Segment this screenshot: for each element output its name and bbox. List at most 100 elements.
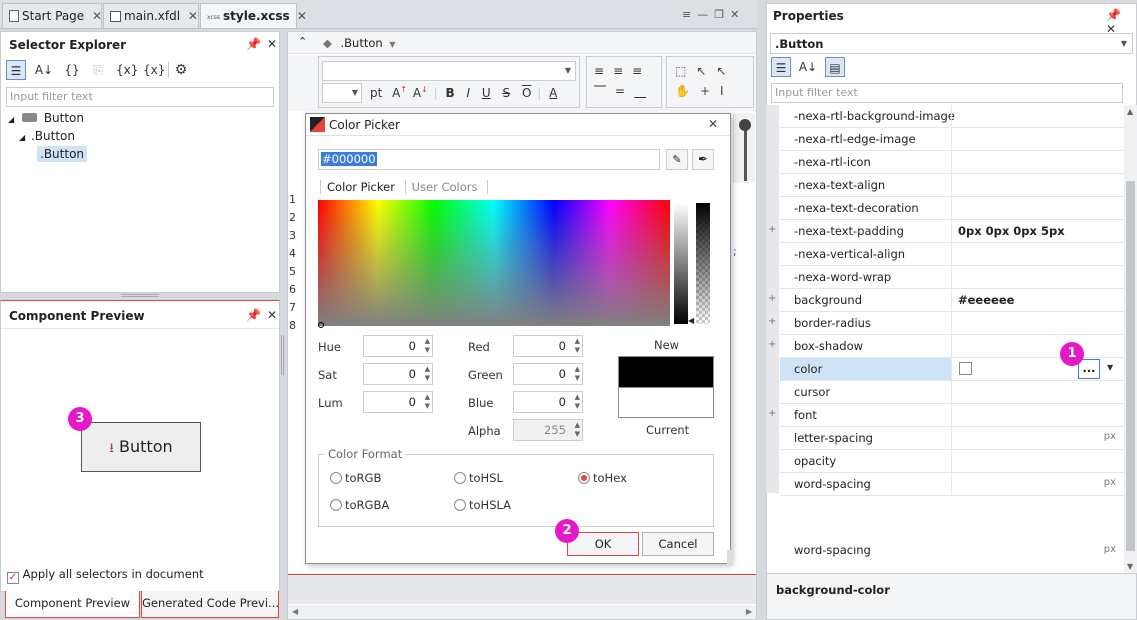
green-input[interactable]: 0 ▲ ▼ bbox=[513, 363, 583, 385]
pointer-plus-icon[interactable]: ↖ bbox=[716, 64, 736, 78]
add-brace-icon[interactable]: {} bbox=[62, 60, 82, 80]
close-icon[interactable]: ✕ bbox=[297, 9, 307, 23]
list-icon[interactable]: ≡ bbox=[682, 8, 697, 21]
expand-triangle-icon[interactable]: ◢ bbox=[8, 115, 14, 124]
font-color-icon[interactable]: A bbox=[549, 86, 557, 100]
text-cursor-icon[interactable]: I bbox=[720, 84, 734, 98]
property-row[interactable]: + background #eeeeee bbox=[768, 289, 1124, 312]
restore-icon[interactable]: ❐ bbox=[714, 8, 730, 21]
apply-all-checkbox-row[interactable]: ✓ Apply all selectors in document bbox=[7, 567, 204, 584]
overline-icon[interactable]: O bbox=[522, 86, 531, 100]
property-row[interactable]: -nexa-rtl-icon bbox=[780, 151, 1124, 174]
edit-color-icon[interactable]: ✎ bbox=[666, 149, 688, 170]
align-center-icon[interactable]: ≡ bbox=[613, 64, 632, 78]
scroll-up-icon[interactable]: ▲ bbox=[1127, 107, 1133, 116]
font-grow-icon[interactable]: A↑ bbox=[392, 85, 407, 100]
chevron-down-icon[interactable]: ▼ bbox=[389, 40, 395, 49]
close-icon[interactable]: ✕ bbox=[708, 117, 718, 131]
property-row[interactable]: cursor bbox=[780, 381, 1124, 404]
radio-to-hsl[interactable]: toHSL bbox=[454, 471, 503, 485]
property-row[interactable]: + font bbox=[768, 404, 1124, 427]
luminance-thumb-icon[interactable]: ◀ bbox=[688, 316, 694, 325]
property-row[interactable]: -nexa-text-decoration bbox=[780, 197, 1124, 220]
property-value[interactable]: 0px 0px 0px 5px bbox=[958, 224, 1065, 238]
zoom-slider-thumb[interactable] bbox=[739, 119, 751, 131]
bottom-tab-generated-code[interactable]: Generated Code Previ... bbox=[141, 591, 279, 618]
tree-item-selected[interactable]: .Button bbox=[37, 146, 88, 162]
copy-icon[interactable]: ⎘ bbox=[88, 60, 108, 80]
valign-top-icon[interactable]: ⎺ bbox=[594, 84, 615, 98]
red-input[interactable]: 0 ▲ ▼ bbox=[513, 335, 583, 357]
align-left-icon[interactable]: ≡ bbox=[594, 64, 613, 78]
tab-start-page[interactable]: Start Page ✕ bbox=[2, 3, 102, 28]
alpha-sort-icon[interactable]: A↓ bbox=[34, 60, 54, 80]
expand-plus-icon[interactable]: + bbox=[768, 316, 776, 327]
property-row[interactable]: -nexa-rtl-edge-image bbox=[780, 128, 1124, 151]
radio-to-rgba[interactable]: toRGBA bbox=[330, 498, 389, 512]
hand-icon[interactable]: ✋ bbox=[675, 84, 700, 98]
alpha-input[interactable]: 255 ▲ ▼ bbox=[513, 419, 583, 441]
property-value[interactable]: #eeeeee bbox=[958, 293, 1014, 307]
properties-filter-input[interactable]: Input filter text bbox=[771, 83, 1123, 103]
spinner-arrows-icon[interactable]: ▲ ▼ bbox=[575, 393, 580, 411]
tree-item-button[interactable]: ◢ Button bbox=[8, 111, 84, 125]
spinner-arrows-icon[interactable]: ▲ ▼ bbox=[575, 421, 580, 439]
radio-to-hex[interactable]: toHex bbox=[578, 471, 627, 485]
strikethrough-icon[interactable]: S bbox=[503, 86, 511, 100]
select-box-icon[interactable]: ⬚ bbox=[675, 64, 696, 78]
property-pages-icon[interactable]: ▤ bbox=[825, 57, 845, 77]
alpha-slider[interactable] bbox=[696, 203, 710, 324]
scroll-thumb[interactable] bbox=[1126, 181, 1135, 551]
cancel-button[interactable]: Cancel bbox=[642, 532, 714, 556]
tab-style-xcss[interactable]: xcss style.xcss ✕ bbox=[200, 3, 307, 28]
property-row[interactable]: word-spacing px bbox=[780, 473, 1124, 496]
minimize-icon[interactable]: — bbox=[697, 8, 714, 21]
pin-icon[interactable]: 📌 bbox=[246, 37, 267, 51]
preview-button[interactable]: ⭳ Button bbox=[81, 422, 201, 472]
tab-color-picker[interactable]: Color Picker bbox=[320, 180, 395, 194]
expand-triangle-icon[interactable]: ◢ bbox=[19, 133, 25, 142]
property-row[interactable]: letter-spacing px bbox=[780, 427, 1124, 450]
checkbox-checked-icon[interactable]: ✓ bbox=[7, 572, 19, 584]
color-spectrum[interactable] bbox=[318, 200, 670, 328]
radio-to-hsla[interactable]: toHSLA bbox=[454, 498, 511, 512]
valign-middle-icon[interactable]: = bbox=[615, 84, 634, 98]
bold-icon[interactable]: B bbox=[446, 86, 455, 100]
ellipsis-button[interactable]: ... bbox=[1078, 359, 1100, 379]
breadcrumb[interactable]: ◆ .Button ▼ bbox=[323, 36, 396, 50]
chevron-down-icon[interactable]: ▼ bbox=[1107, 363, 1113, 372]
font-family-select[interactable]: ▼ bbox=[322, 61, 576, 81]
tree-item-dot-button[interactable]: ◢ .Button bbox=[19, 129, 75, 143]
category-sort-icon[interactable]: ☰ bbox=[771, 57, 791, 77]
close-icon[interactable]: ✕ bbox=[188, 9, 198, 23]
property-row[interactable]: -nexa-vertical-align bbox=[780, 243, 1124, 266]
expand-plus-icon[interactable]: + bbox=[768, 408, 776, 419]
bottom-tab-component-preview[interactable]: Component Preview bbox=[5, 591, 140, 618]
lum-input[interactable]: 0 ▲ ▼ bbox=[363, 391, 433, 413]
spinner-arrows-icon[interactable]: ▲ ▼ bbox=[425, 365, 430, 383]
scroll-left-icon[interactable]: ◀ bbox=[292, 607, 298, 616]
expand-plus-icon[interactable]: + bbox=[768, 293, 776, 304]
scroll-down-icon[interactable]: ▼ bbox=[1127, 562, 1133, 571]
radio-to-rgb[interactable]: toRGB bbox=[330, 471, 381, 485]
property-row[interactable]: opacity bbox=[780, 450, 1124, 473]
valign-bottom-icon[interactable]: ⎽ bbox=[634, 84, 655, 98]
close-icon[interactable]: ✕ bbox=[92, 9, 102, 23]
crosshair-icon[interactable]: + bbox=[700, 84, 720, 98]
current-color-swatch[interactable] bbox=[618, 387, 714, 418]
blue-input[interactable]: 0 ▲ ▼ bbox=[513, 391, 583, 413]
color-swatch[interactable] bbox=[959, 362, 972, 375]
close-icon[interactable]: ✕ bbox=[730, 8, 745, 21]
italic-icon[interactable]: I bbox=[467, 86, 471, 100]
vertical-splitter[interactable] bbox=[281, 335, 284, 375]
property-row[interactable]: -nexa-word-wrap bbox=[780, 266, 1124, 289]
tab-user-colors[interactable]: User Colors bbox=[404, 180, 489, 194]
splitter-handle[interactable] bbox=[121, 294, 159, 297]
remove-all-icon[interactable]: {x} bbox=[143, 60, 165, 80]
spinner-arrows-icon[interactable]: ▲ ▼ bbox=[425, 393, 430, 411]
spinner-arrows-icon[interactable]: ▲ ▼ bbox=[575, 365, 580, 383]
expand-plus-icon[interactable]: + bbox=[768, 339, 776, 350]
horizontal-scrollbar[interactable]: ◀ ▶ bbox=[288, 605, 756, 619]
pin-icon[interactable]: 📌 bbox=[1106, 8, 1127, 22]
close-icon[interactable]: ✕ bbox=[267, 37, 283, 51]
